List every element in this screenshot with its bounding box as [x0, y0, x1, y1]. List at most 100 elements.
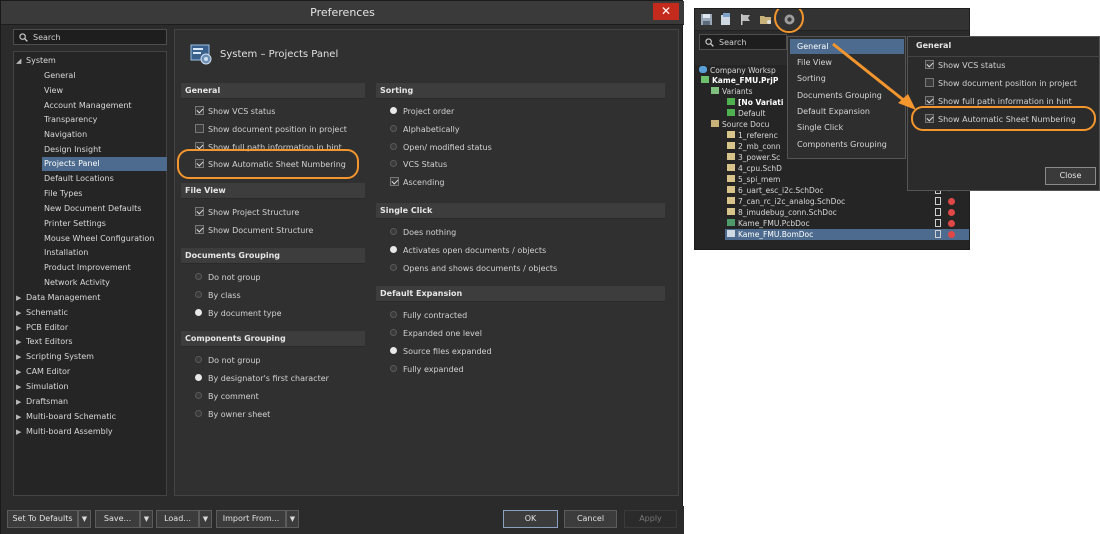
save-icon[interactable] [700, 13, 713, 26]
set-to-defaults-dropdown[interactable]: ▼ [78, 510, 91, 528]
checkbox[interactable] [195, 124, 204, 133]
menu-item-default-expansion[interactable]: Default Expansion [790, 104, 904, 119]
cancel-button[interactable]: Cancel [564, 510, 617, 528]
collapsed-icon[interactable]: ▶ [16, 380, 26, 394]
menu-item-sorting[interactable]: Sorting [790, 71, 904, 86]
tree-item-installation[interactable]: Installation [42, 246, 165, 260]
radio[interactable] [195, 273, 202, 280]
radio[interactable] [390, 228, 397, 235]
tree-item-multi-board-schematic[interactable]: ▶ Multi-board Schematic [16, 410, 165, 424]
folder-icon[interactable] [759, 13, 772, 26]
tree-item-general[interactable]: General [42, 69, 165, 83]
radio[interactable] [195, 356, 202, 363]
tree-item-printer-settings[interactable]: Printer Settings [42, 217, 165, 231]
checkbox[interactable] [195, 159, 204, 168]
radio[interactable] [195, 392, 202, 399]
tree-item-pcbdoc[interactable]: Kame_FMU.PcbDoc [727, 218, 927, 229]
tree-item-project[interactable]: Kame_FMU.PrjP [701, 75, 785, 86]
collapsed-icon[interactable]: ▶ [16, 291, 26, 305]
popup-option-show-document-position[interactable]: Show document position in project [925, 77, 1077, 91]
option-doc-by-document-type[interactable]: By document type [195, 307, 282, 321]
radio[interactable] [195, 410, 202, 417]
tree-item-doc-2[interactable]: 2_mb_conn [727, 141, 785, 152]
checkbox[interactable] [925, 78, 934, 87]
ok-button[interactable]: OK [503, 510, 558, 528]
option-doc-do-not-group[interactable]: Do not group [195, 271, 260, 285]
tree-item-multi-board-assembly[interactable]: ▶ Multi-board Assembly [16, 425, 165, 439]
tree-item-draftsman[interactable]: ▶ Draftsman [16, 395, 165, 409]
tree-item-network-activity[interactable]: Network Activity [42, 276, 165, 290]
tree-item-pcb-editor[interactable]: ▶ PCB Editor [16, 321, 165, 335]
close-window-button[interactable]: ✕ [653, 3, 679, 20]
popup-option-show-vcs-status[interactable]: Show VCS status [925, 59, 1005, 73]
load-button[interactable]: Load... [156, 510, 199, 528]
option-comp-by-owner-sheet[interactable]: By owner sheet [195, 408, 270, 422]
save-dropdown[interactable]: ▼ [140, 510, 153, 528]
tree-item-view[interactable]: View [42, 84, 165, 98]
tree-item-source-documents[interactable]: Source Docu [711, 119, 785, 130]
tree-item-system[interactable]: ◢ System [16, 54, 165, 68]
tree-item-bomdoc[interactable]: Kame_FMU.BomDoc [725, 229, 969, 240]
collapsed-icon[interactable]: ▶ [16, 410, 26, 424]
checkbox[interactable] [195, 142, 204, 151]
tree-item-scripting-system[interactable]: ▶ Scripting System [16, 350, 165, 364]
collapsed-icon[interactable]: ▶ [16, 306, 26, 320]
checkbox[interactable] [195, 207, 204, 216]
menu-item-documents-grouping[interactable]: Documents Grouping [790, 88, 904, 103]
panel-search-input[interactable]: Search [699, 34, 787, 50]
tree-item-doc-7[interactable]: 7_can_rc_i2c_analog.SchDoc [727, 196, 927, 207]
radio[interactable] [390, 311, 397, 318]
option-show-vcs-status[interactable]: Show VCS status [195, 105, 275, 119]
tree-item-projects-panel[interactable]: Projects Panel [42, 157, 167, 171]
option-show-document-structure[interactable]: Show Document Structure [195, 224, 313, 238]
option-comp-do-not-group[interactable]: Do not group [195, 354, 260, 368]
radio[interactable] [195, 309, 202, 316]
tree-item-new-document-defaults[interactable]: New Document Defaults [42, 202, 165, 216]
radio[interactable] [195, 374, 202, 381]
radio[interactable] [390, 160, 397, 167]
option-show-project-structure[interactable]: Show Project Structure [195, 206, 299, 220]
flag-icon[interactable] [739, 13, 752, 26]
tree-item-doc-5[interactable]: 5_spi_mem [727, 174, 785, 185]
collapsed-icon[interactable]: ▶ [16, 365, 26, 379]
option-click-does-nothing[interactable]: Does nothing [390, 226, 456, 240]
radio[interactable] [390, 329, 397, 336]
popup-option-show-full-path-hint[interactable]: Show full path information in hint [925, 95, 1072, 109]
option-click-activates-open[interactable]: Activates open documents / objects [390, 244, 546, 258]
checkbox[interactable] [195, 225, 204, 234]
tree-item-cam-editor[interactable]: ▶ CAM Editor [16, 365, 165, 379]
radio[interactable] [390, 125, 397, 132]
tree-item-simulation[interactable]: ▶ Simulation [16, 380, 165, 394]
tree-item-default-variant[interactable]: Default [727, 108, 785, 119]
menu-item-single-click[interactable]: Single Click [790, 120, 904, 135]
option-comp-by-designator[interactable]: By designator's first character [195, 372, 329, 386]
option-sort-project-order[interactable]: Project order [390, 105, 454, 119]
tree-item-data-management[interactable]: ▶ Data Management [16, 291, 165, 305]
radio[interactable] [390, 107, 397, 114]
checkbox[interactable] [925, 60, 934, 69]
tree-item-mouse-wheel-configuration[interactable]: Mouse Wheel Configuration [42, 232, 165, 246]
option-click-opens-and-shows[interactable]: Opens and shows documents / objects [390, 262, 557, 276]
tree-item-schematic[interactable]: ▶ Schematic [16, 306, 165, 320]
tree-item-doc-1[interactable]: 1_referenc [727, 130, 785, 141]
tree-item-product-improvement[interactable]: Product Improvement [42, 261, 165, 275]
option-exp-one-level[interactable]: Expanded one level [390, 327, 482, 341]
save-button[interactable]: Save... [95, 510, 140, 528]
checkbox[interactable] [195, 106, 204, 115]
import-from-button[interactable]: Import From... [216, 510, 286, 528]
expanded-icon[interactable]: ◢ [16, 54, 26, 68]
option-exp-source-files[interactable]: Source files expanded [390, 345, 492, 359]
import-from-dropdown[interactable]: ▼ [286, 510, 299, 528]
menu-item-file-view[interactable]: File View [790, 55, 904, 70]
option-sort-alphabetically[interactable]: Alphabetically [390, 123, 460, 137]
radio[interactable] [390, 347, 397, 354]
collapsed-icon[interactable]: ▶ [16, 395, 26, 409]
tree-item-doc-4[interactable]: 4_cpu.SchD [727, 163, 785, 174]
tree-item-no-variation[interactable]: [No Variati [727, 97, 785, 108]
apply-button[interactable]: Apply [624, 510, 677, 528]
checkbox[interactable] [390, 177, 399, 186]
close-button[interactable]: Close [1045, 167, 1096, 185]
option-show-automatic-sheet-numbering[interactable]: Show Automatic Sheet Numbering [195, 158, 346, 172]
option-comp-by-comment[interactable]: By comment [195, 390, 259, 404]
option-exp-fully-expanded[interactable]: Fully expanded [390, 363, 464, 377]
